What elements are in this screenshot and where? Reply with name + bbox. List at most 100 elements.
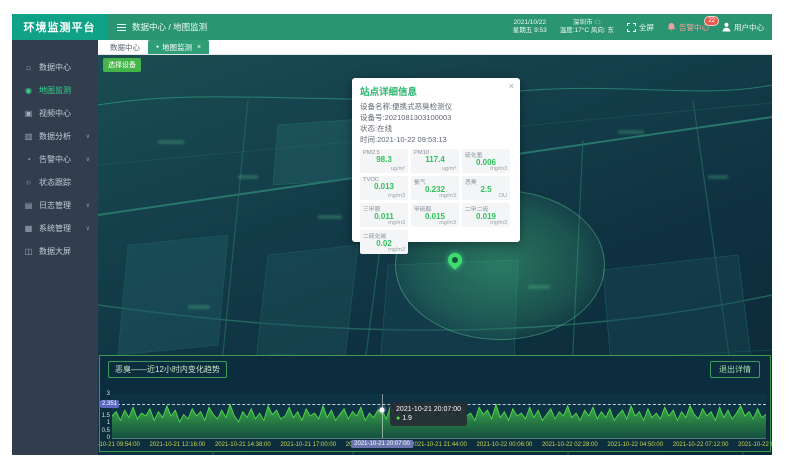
- chart-tooltip: 2021-10-21 20:07:00● 1.9: [390, 402, 467, 426]
- log-icon: ▤: [24, 201, 33, 210]
- sidebar-item-3[interactable]: ▥数据分析∨: [12, 125, 98, 148]
- popup-title: 站点详细信息: [360, 84, 512, 98]
- tab-label: 地图监测: [162, 42, 192, 53]
- metric-tile: TVOC0.013mg/m3: [360, 176, 408, 200]
- y-axis-tick: 3: [100, 391, 110, 397]
- tab-strip: 数据中心●地图监测×: [98, 40, 772, 55]
- metric-unit: mg/m3: [439, 193, 456, 199]
- metric-tile: 硫化氢0.006mg/m3: [462, 149, 510, 173]
- popup-field: 时间:2021-10-22 09:53:13: [360, 134, 512, 145]
- tab-close-icon[interactable]: ×: [197, 44, 201, 51]
- sidebar-item-label: 告警中心: [39, 154, 71, 165]
- metric-tile: 恶臭2.5OU: [462, 176, 510, 200]
- fullscreen-icon: [627, 23, 636, 32]
- x-axis-tick: 2021-10-21 09:54:00: [98, 442, 140, 448]
- metric-unit: mg/m3: [388, 247, 405, 253]
- user-center-button[interactable]: 用户中心: [722, 22, 764, 33]
- x-axis-tick: 2021-10-22 02:28:00: [542, 442, 598, 448]
- top-bar: 环境监测平台 数据中心 / 地图监测 2021/10/22 星期五 9:53 深…: [12, 14, 772, 40]
- sidebar-item-label: 视频中心: [39, 108, 71, 119]
- y-axis-tick: 0: [100, 435, 110, 441]
- sidebar-item-label: 数据大屏: [39, 246, 71, 257]
- metric-tile: PM10117.4ug/m³: [411, 149, 459, 173]
- trend-chart-panel: 恶臭——近12小时内变化趋势 退出详情 31.510.502021-10-21 …: [99, 355, 771, 452]
- sidebar-item-label: 系统管理: [39, 223, 71, 234]
- tab-1[interactable]: ●地图监测×: [148, 40, 209, 54]
- popup-field: 状态:在线: [360, 123, 512, 134]
- header-weather: 深圳市 ☁ 温度:17°C 风向: 东: [560, 19, 614, 35]
- sidebar-item-2[interactable]: ▣ 视频中心: [12, 102, 98, 125]
- cloud-icon: ☁: [594, 19, 601, 26]
- sidebar-item-label: 数据中心: [39, 62, 71, 73]
- x-axis-tick: 2021-10-22 09:34:00: [738, 442, 772, 448]
- sidebar-item-5[interactable]: ○状态跟踪: [12, 171, 98, 194]
- alarm-center-button[interactable]: 告警中心 22: [667, 22, 709, 33]
- x-axis-tick: 2021-10-21 21:44:00: [411, 442, 467, 448]
- menu-collapse-icon[interactable]: [117, 24, 126, 31]
- select-device-button[interactable]: 选择设备: [103, 58, 141, 72]
- chevron-down-icon: ∨: [86, 202, 90, 209]
- tab-label: 数据中心: [110, 42, 140, 53]
- popup-field: 设备名称:便携式恶臭检测仪: [360, 101, 512, 112]
- system-icon: ▦: [24, 224, 33, 233]
- metric-tile: PM2.598.3ug/m³: [360, 149, 408, 173]
- sidebar-item-label: 状态跟踪: [39, 177, 71, 188]
- metric-tile: 二甲二硫0.019mg/m3: [462, 203, 510, 227]
- fullscreen-button[interactable]: 全屏: [627, 22, 654, 33]
- y-axis-tick: 1: [100, 420, 110, 426]
- alarm-badge: 22: [704, 16, 719, 26]
- x-axis-tick: 2021-10-21 14:38:00: [215, 442, 271, 448]
- threshold-value-badge: 2.351: [100, 400, 119, 408]
- sidebar-item-8[interactable]: ◫ 数据大屏: [12, 240, 98, 263]
- app-window: 环境监测平台 数据中心 / 地图监测 2021/10/22 星期五 9:53 深…: [12, 14, 772, 455]
- metric-unit: mg/m3: [490, 220, 507, 226]
- metric-unit: mg/m3: [439, 220, 456, 226]
- chart-title: 恶臭——近12小时内变化趋势: [108, 361, 227, 378]
- user-icon: [722, 22, 731, 32]
- sidebar-item-0[interactable]: ⌂ 数据中心: [12, 56, 98, 79]
- metric-tile: 氨气0.232mg/m3: [411, 176, 459, 200]
- metric-value: 0.013: [363, 183, 405, 191]
- sidebar: ⌂ 数据中心 ◉地图监测 ▣ 视频中心 ▥数据分析∨ ◔ 告警中心 ∨ ○状态跟踪 ▤ 日志管理 ∨ ▦ 系…: [12, 40, 98, 455]
- metric-unit: mg/m3: [388, 193, 405, 199]
- bell-icon: ◔: [24, 155, 33, 164]
- sidebar-item-1[interactable]: ◉地图监测: [12, 79, 98, 102]
- metric-value: 117.4: [414, 156, 456, 164]
- metric-tile: 二硫化碳0.02mg/m3: [360, 230, 408, 254]
- chevron-down-icon: ∨: [86, 133, 90, 140]
- tab-0[interactable]: 数据中心: [102, 40, 148, 54]
- metric-tile: 三甲胺0.011mg/m3: [360, 203, 408, 227]
- video-icon: ▣: [24, 109, 33, 118]
- tooltip-time: 2021-10-21 20:07:00: [396, 405, 461, 414]
- big-screen-icon: ◫: [24, 247, 33, 256]
- chevron-down-icon: ∨: [86, 225, 90, 232]
- sidebar-item-7[interactable]: ▦ 系统管理 ∨: [12, 217, 98, 240]
- series-dot-icon: ●: [396, 415, 400, 422]
- main-content: 数据中心 ● 地图监测 ×: [98, 40, 772, 455]
- metric-unit: mg/m3: [490, 166, 507, 172]
- x-axis-tick: 2021-10-22 07:12:00: [673, 442, 729, 448]
- app-logo: 环境监测平台: [12, 14, 107, 40]
- metric-value: 98.3: [363, 156, 405, 164]
- close-icon[interactable]: ×: [509, 81, 514, 91]
- y-axis-tick: 0.5: [100, 428, 110, 434]
- sidebar-item-4[interactable]: ◔告警中心∨: [12, 148, 98, 171]
- metric-unit: ug/m³: [442, 166, 456, 172]
- header-datetime: 2021/10/22 星期五 9:53: [513, 19, 547, 35]
- home-icon: ⌂: [24, 63, 33, 72]
- tooltip-value: 1.9: [402, 415, 412, 422]
- sidebar-item-label: 日志管理: [39, 200, 71, 211]
- x-axis-tick: 2021-10-22 04:50:00: [607, 442, 663, 448]
- metric-unit: ug/m³: [391, 166, 405, 172]
- y-axis-tick: 1.5: [100, 413, 110, 419]
- exit-detail-button[interactable]: 退出详情: [710, 361, 760, 378]
- bar-chart-icon: ▥: [24, 132, 33, 141]
- sidebar-item-6[interactable]: ▤ 日志管理 ∨: [12, 194, 98, 217]
- axis-pointer-label: 2021-10-21 20:07:00: [351, 440, 413, 448]
- breadcrumb: 数据中心 / 地图监测: [132, 21, 207, 33]
- x-axis-tick: 2021-10-21 17:00:00: [280, 442, 336, 448]
- metric-tile: 甲硫醇0.015mg/m3: [411, 203, 459, 227]
- popup-field: 设备号:2021081303100003: [360, 112, 512, 123]
- metric-unit: mg/m3: [388, 220, 405, 226]
- sidebar-item-label: 地图监测: [39, 85, 71, 96]
